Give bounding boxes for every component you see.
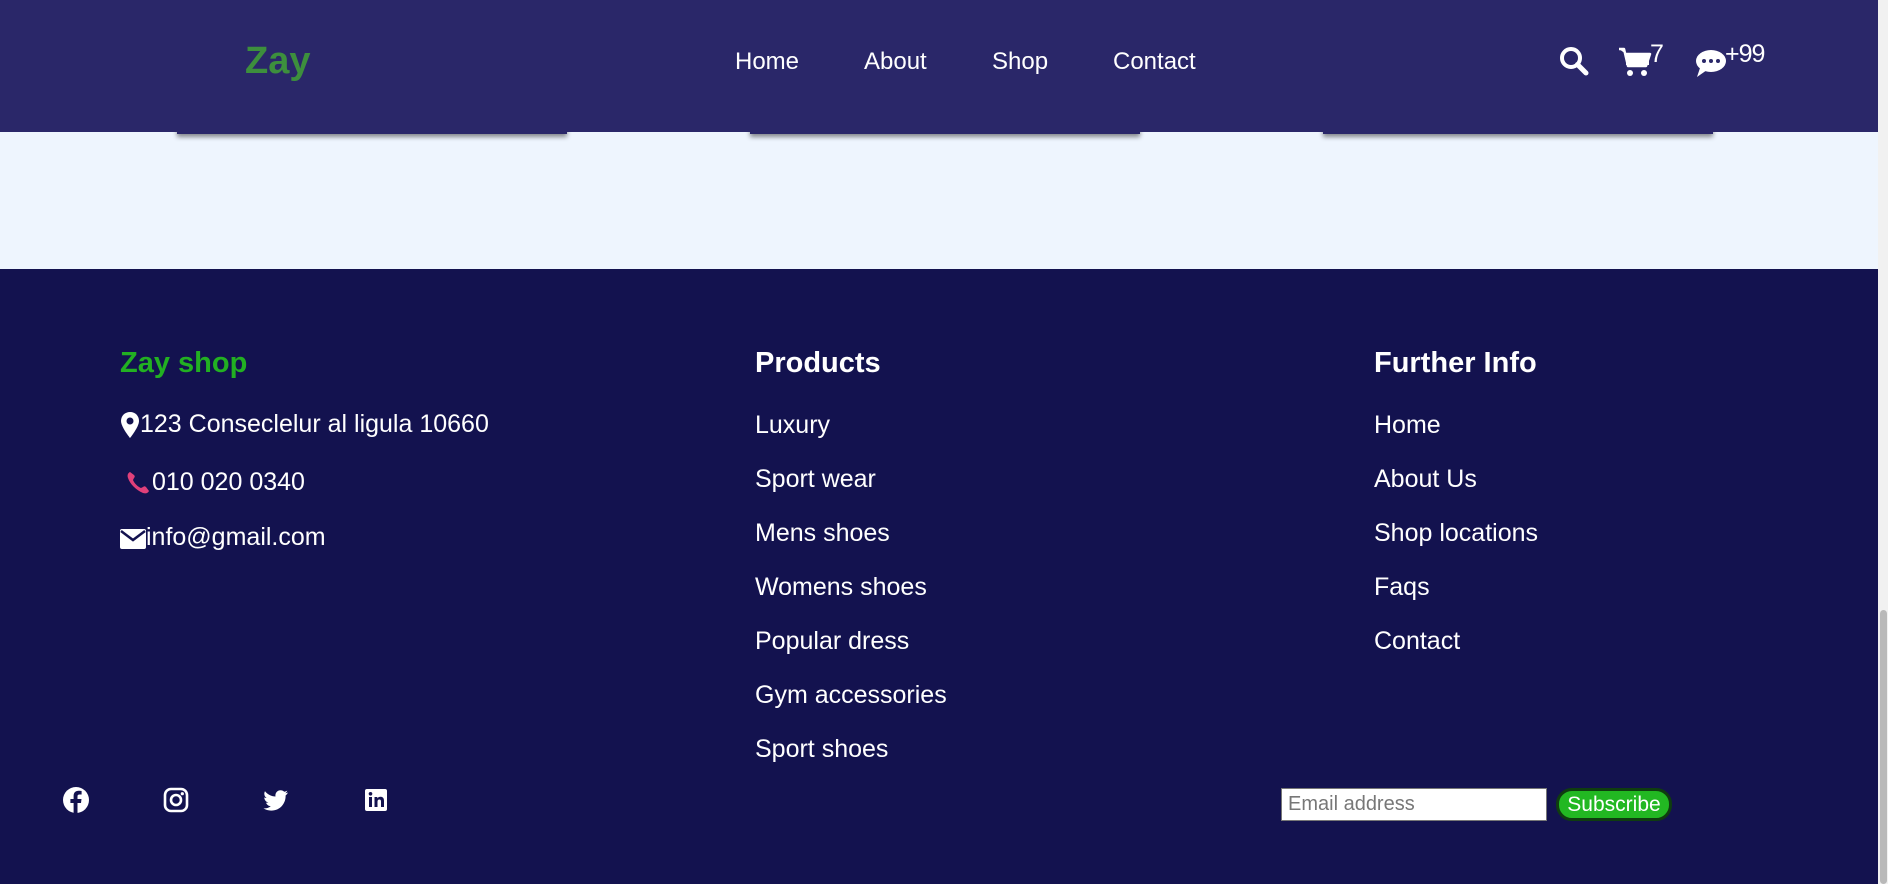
footer-product-link[interactable]: Gym accessories xyxy=(755,681,947,710)
newsletter-email-input[interactable] xyxy=(1281,788,1547,821)
footer-product-link[interactable]: Mens shoes xyxy=(755,519,890,548)
footer-info-link[interactable]: Contact xyxy=(1374,627,1460,656)
footer-product-link[interactable]: Sport shoes xyxy=(755,735,888,764)
footer-info-link[interactable]: Shop locations xyxy=(1374,519,1538,548)
footer-info-link[interactable]: About Us xyxy=(1374,465,1477,494)
cart-icon[interactable] xyxy=(1618,46,1652,83)
footer-product-link[interactable]: Womens shoes xyxy=(755,573,927,602)
email-text[interactable]: info@gmail.com xyxy=(146,523,326,552)
site-logo[interactable]: Zay xyxy=(245,40,310,83)
map-marker-icon xyxy=(120,411,140,438)
footer-address: 123 Conseclelur al ligula 10660 xyxy=(120,410,489,439)
nav-contact[interactable]: Contact xyxy=(1113,48,1196,76)
footer-product-link[interactable]: Popular dress xyxy=(755,627,909,656)
nav-about[interactable]: About xyxy=(864,48,927,76)
nav-shop[interactable]: Shop xyxy=(992,48,1048,76)
footer-email: info@gmail.com xyxy=(120,523,326,552)
site-header: Zay Home About Shop Contact 7 +99 xyxy=(0,0,1878,132)
phone-text: 010 020 0340 xyxy=(152,468,305,496)
messages-count-badge: +99 xyxy=(1725,40,1765,68)
footer-brand-title: Zay shop xyxy=(120,347,248,379)
footer-info-title: Further Info xyxy=(1374,347,1537,379)
footer-phone: 010 020 0340 xyxy=(120,468,305,497)
twitter-icon[interactable] xyxy=(262,786,290,814)
address-text: 123 Conseclelur al ligula 10660 xyxy=(140,410,489,438)
page-scrollbar-thumb[interactable] xyxy=(1880,610,1887,884)
facebook-icon[interactable] xyxy=(62,786,90,814)
footer-product-link[interactable]: Luxury xyxy=(755,411,830,440)
footer-product-link[interactable]: Sport wear xyxy=(755,465,876,494)
footer-products-title: Products xyxy=(755,347,881,379)
linkedin-icon[interactable] xyxy=(362,786,390,814)
search-icon[interactable] xyxy=(1559,46,1589,81)
cart-count-badge: 7 xyxy=(1650,40,1664,68)
nav-home[interactable]: Home xyxy=(735,48,799,76)
content-section xyxy=(0,132,1878,269)
subscribe-button[interactable]: Subscribe xyxy=(1556,788,1672,821)
footer-info-link[interactable]: Home xyxy=(1374,411,1441,440)
footer-info-link[interactable]: Faqs xyxy=(1374,573,1430,602)
instagram-icon[interactable] xyxy=(162,786,190,814)
phone-icon xyxy=(120,469,152,497)
chat-icon[interactable] xyxy=(1695,49,1727,84)
envelope-icon xyxy=(120,527,146,549)
